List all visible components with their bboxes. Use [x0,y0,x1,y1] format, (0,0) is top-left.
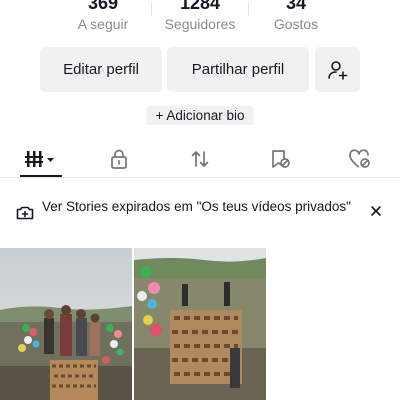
tab-favorites[interactable] [260,146,300,172]
likes-label: Gostos [273,16,319,32]
bookmark-icon [272,150,290,168]
profile-tabs [0,140,400,178]
edit-profile-button[interactable]: Editar perfil [40,47,162,92]
liked-hidden-icon [349,149,370,168]
profile-stats: 369 A seguir 1284 Seguidores 34 Gostos [0,0,400,40]
video-thumbnail[interactable] [0,248,132,400]
add-person-icon [327,60,347,80]
video-grid [0,248,400,400]
lock-icon [111,149,127,169]
party-photo [0,248,132,400]
tab-liked[interactable] [340,146,380,172]
followers-count: 1284 [179,0,221,13]
tab-videos[interactable] [20,146,60,172]
close-icon[interactable] [370,205,382,217]
following-stat[interactable]: 369 A seguir [53,0,153,33]
tab-reposts[interactable] [180,146,220,172]
video-thumbnail[interactable] [134,248,266,400]
active-tab-indicator [20,175,62,177]
followers-stat[interactable]: 1284 Seguidores [150,0,250,33]
following-label: A seguir [77,16,129,32]
tab-private[interactable] [99,146,139,172]
expired-stories-banner[interactable]: Ver Stories expirados em "Os teus vídeos… [0,185,400,243]
story-camera-icon [16,206,34,220]
add-bio-button[interactable]: + Adicionar bio [146,106,254,125]
share-profile-button[interactable]: Partilhar perfil [167,47,309,92]
add-friend-button[interactable] [315,47,360,92]
banner-text: Ver Stories expirados em "Os teus vídeos… [42,199,351,214]
likes-count: 34 [285,0,307,13]
followers-label: Seguidores [164,16,236,32]
table-photo [134,248,266,400]
repost-icon [191,151,209,167]
videos-grid-icon [25,151,54,167]
likes-stat[interactable]: 34 Gostos [246,0,346,33]
following-count: 369 [87,0,119,13]
